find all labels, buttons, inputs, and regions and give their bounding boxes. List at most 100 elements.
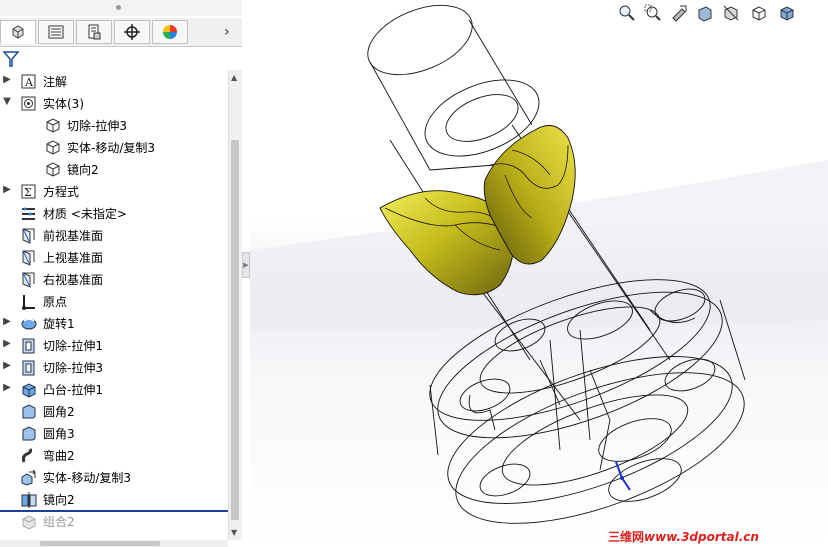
- tree-item[interactable]: 镜向2: [0, 488, 228, 510]
- tree-item[interactable]: 镜向2: [0, 158, 228, 180]
- fillet-icon: [22, 426, 36, 441]
- tree-item[interactable]: ▶ 凸台-拉伸1: [0, 378, 228, 400]
- svg-text:A: A: [24, 76, 34, 89]
- tree-item[interactable]: 切除-拉伸3: [0, 114, 228, 136]
- tab-dim-xpert[interactable]: [114, 20, 150, 44]
- color-pie-icon: [163, 25, 177, 39]
- zoom-to-fit-icon[interactable]: [618, 4, 636, 22]
- feature-manager-panel: › ▶ A 注解 ▼ 实体(3) 切除-拉伸3 实体-移动/复制3 镜向2 ▶ Σ 方程式 材质 <未…: [0, 0, 243, 547]
- tree-item-label: 圆角2: [43, 405, 75, 419]
- tree-item-label: 材质 <未指定>: [43, 207, 127, 221]
- scroll-down-icon[interactable]: ▼: [231, 528, 237, 537]
- svg-text:Σ: Σ: [24, 186, 32, 199]
- collapse-panel-handle[interactable]: ▶: [242, 252, 250, 278]
- origin-icon: [22, 295, 35, 310]
- collapse-icon[interactable]: ▼: [2, 96, 12, 107]
- cut-extrude-icon: [22, 360, 35, 376]
- tree-item-label: 镜向2: [43, 493, 75, 507]
- tree-item[interactable]: 前视基准面: [0, 224, 228, 246]
- tree-item[interactable]: 右视基准面: [0, 268, 228, 290]
- expand-icon[interactable]: ▶: [2, 316, 12, 327]
- previous-view-icon[interactable]: [670, 4, 688, 22]
- tab-configuration-manager[interactable]: [76, 20, 112, 44]
- expand-icon[interactable]: ▶: [2, 382, 12, 393]
- tree-item-label: 组合2: [43, 515, 75, 529]
- scroll-thumb[interactable]: [231, 140, 239, 520]
- heads-up-toolbar: [618, 2, 828, 24]
- tree-item[interactable]: 实体-移动/复制3: [0, 136, 228, 158]
- section-view-icon[interactable]: [696, 4, 714, 22]
- feature-tree: ▶ A 注解 ▼ 实体(3) 切除-拉伸3 实体-移动/复制3 镜向2 ▶ Σ 方程式 材质 <未指定…: [0, 70, 228, 540]
- expand-icon[interactable]: ▶: [2, 338, 12, 349]
- expand-icon[interactable]: ▶: [2, 184, 12, 195]
- annotation-icon: A: [21, 74, 36, 89]
- cut-extrude-icon: [22, 338, 35, 354]
- tab-display-manager[interactable]: [152, 20, 188, 44]
- view-orientation-icon[interactable]: [722, 4, 740, 22]
- rollback-bar[interactable]: [0, 510, 228, 512]
- fillet-icon: [22, 404, 36, 419]
- tree-item-label: 切除-拉伸3: [67, 119, 127, 133]
- tree-item[interactable]: 原点: [0, 290, 228, 312]
- crosshair-icon: [124, 24, 140, 40]
- flex-icon: [21, 448, 33, 463]
- tree-item-label: 右视基准面: [43, 273, 104, 287]
- body-icon: [46, 162, 60, 177]
- watermark-cn: 三维网: [608, 530, 645, 544]
- property-manager-icon: [48, 25, 64, 39]
- tree-item-label: 方程式: [43, 185, 80, 199]
- tree-item[interactable]: ▶ A 注解: [0, 70, 228, 92]
- expand-icon[interactable]: ▶: [2, 360, 12, 371]
- tree-item-label: 前视基准面: [43, 229, 104, 243]
- model-view: [250, 4, 828, 524]
- material-icon: [22, 207, 35, 220]
- tree-item-label: 镜向2: [67, 163, 99, 177]
- tree-item[interactable]: 材质 <未指定>: [0, 202, 228, 224]
- tree-item[interactable]: 实体-移动/复制3: [0, 466, 228, 488]
- feature-manager-icon: [12, 25, 24, 39]
- filter-icon[interactable]: [2, 50, 20, 68]
- tab-feature-manager[interactable]: [0, 20, 36, 44]
- tree-item[interactable]: ▶ 切除-拉伸1: [0, 334, 228, 356]
- watermark: 三维网www.3dportal.cn: [608, 528, 759, 545]
- boss-extrude-icon: [22, 383, 36, 398]
- tree-item-label: 实体(3): [43, 97, 84, 111]
- graphics-viewport[interactable]: 三维网www.3dportal.cn: [250, 0, 828, 547]
- tab-property-manager[interactable]: [38, 20, 74, 44]
- mirror-icon: [21, 492, 37, 508]
- tree-item-label: 凸台-拉伸1: [43, 383, 103, 397]
- hide-show-items-icon[interactable]: [778, 4, 796, 22]
- configuration-manager-icon: [88, 24, 101, 40]
- tree-item[interactable]: 圆角3: [0, 422, 228, 444]
- tree-hscrollbar[interactable]: [0, 540, 228, 547]
- tree-item[interactable]: ▶ 切除-拉伸3: [0, 356, 228, 378]
- tree-item[interactable]: ▼ 实体(3): [0, 92, 228, 114]
- body-icon: [46, 140, 60, 155]
- tree-item-label: 圆角3: [43, 427, 75, 441]
- plane-icon: [22, 272, 35, 288]
- triad-icon: [615, 461, 631, 491]
- solid-bodies-icon: [21, 96, 36, 111]
- tree-item[interactable]: ▶ Σ 方程式: [0, 180, 228, 202]
- plane-icon: [22, 250, 35, 266]
- tree-scrollbar[interactable]: ▲ ▼: [228, 70, 242, 540]
- revolve-icon: [21, 318, 37, 330]
- tree-item-label: 实体-移动/复制3: [67, 141, 156, 155]
- tree-item[interactable]: 组合2: [0, 510, 228, 532]
- tab-scroll-right-icon[interactable]: ›: [224, 24, 230, 40]
- equation-icon: Σ: [21, 184, 36, 199]
- panel-grip[interactable]: [0, 0, 242, 16]
- tree-item[interactable]: 圆角2: [0, 400, 228, 422]
- display-style-icon[interactable]: [750, 4, 768, 22]
- scroll-up-icon[interactable]: ▲: [231, 73, 237, 82]
- expand-icon[interactable]: ▶: [2, 74, 12, 85]
- tree-item-label: 切除-拉伸1: [43, 339, 103, 353]
- watermark-url: www.3dportal.cn: [644, 530, 759, 544]
- panel-tabs: ›: [0, 18, 242, 47]
- tree-item-label: 切除-拉伸3: [43, 361, 103, 375]
- tree-item[interactable]: 上视基准面: [0, 246, 228, 268]
- tree-item[interactable]: ▶ 旋转1: [0, 312, 228, 334]
- tree-item[interactable]: 弯曲2: [0, 444, 228, 466]
- combine-icon: [22, 515, 36, 530]
- zoom-to-area-icon[interactable]: [644, 4, 662, 22]
